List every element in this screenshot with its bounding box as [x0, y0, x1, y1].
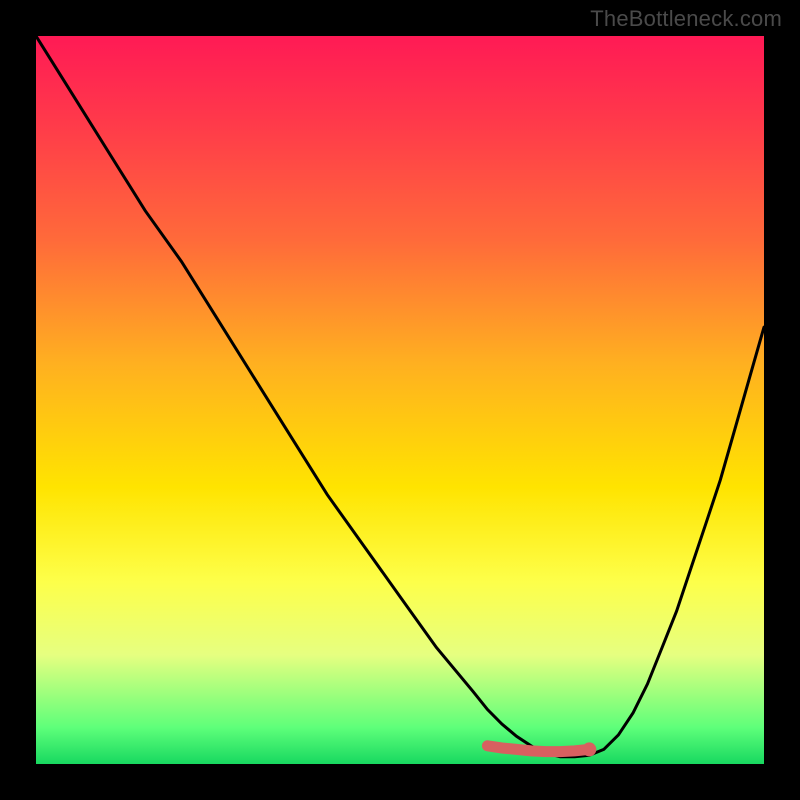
- optimal-range-line: [487, 746, 589, 752]
- chart-svg: [36, 36, 764, 764]
- bottleneck-curve: [36, 36, 764, 757]
- watermark-text: TheBottleneck.com: [590, 6, 782, 32]
- optimal-point-marker: [582, 742, 596, 756]
- chart-frame: TheBottleneck.com: [0, 0, 800, 800]
- chart-plot-area: [36, 36, 764, 764]
